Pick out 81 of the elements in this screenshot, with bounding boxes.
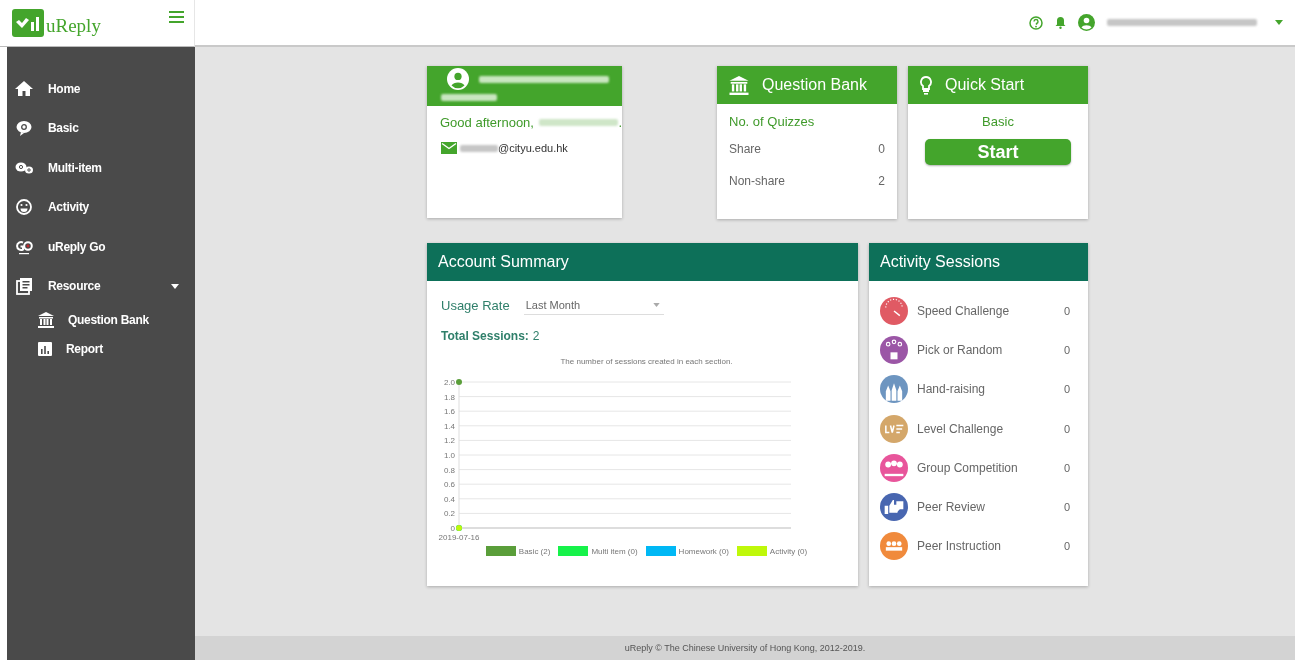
activity-name: Peer Review	[917, 500, 986, 515]
home-icon	[15, 79, 33, 98]
y-tick-label: 0.6	[443, 480, 455, 490]
bank-icon	[729, 75, 749, 95]
documents-icon	[15, 277, 33, 296]
sidebar-item[interactable]: Basic	[7, 108, 195, 148]
y-tick-label: 1.4	[443, 421, 455, 431]
email-text: @cityu.edu.hk	[498, 142, 568, 154]
sidebar-item[interactable]: Resource	[7, 266, 195, 306]
activity-name: Level Challenge	[917, 421, 1004, 436]
y-tick-label: 0	[450, 524, 455, 533]
stat-value: 2	[878, 174, 885, 188]
activity-count: 0	[1063, 343, 1070, 356]
activity-name: Group Competition	[917, 460, 1018, 475]
legend-label: Basic (2)	[518, 546, 551, 556]
activity-name: Peer Instruction	[917, 539, 1002, 554]
legend-label: Homework (0)	[678, 546, 729, 556]
activity-count: 0	[1063, 383, 1070, 396]
mode-label: Basic	[982, 113, 1014, 129]
stat-label: Non-share	[729, 174, 786, 188]
y-tick-label: 1.2	[443, 436, 455, 446]
greeting-text: .	[618, 115, 622, 130]
caret-icon	[652, 302, 660, 307]
period-dropdown[interactable]: Last Month	[523, 295, 664, 315]
sidebar-subitem[interactable]: Report	[7, 334, 195, 363]
blurred-email-name	[460, 144, 498, 152]
footer-text: uReply © The Chinese University of Hong Kong, 2012-2019.	[624, 643, 866, 653]
logo-icon	[12, 9, 44, 37]
y-tick-label: 0.2	[443, 509, 455, 519]
activity-count: 0	[1063, 304, 1070, 317]
card-title: Account Summary	[438, 253, 569, 271]
lightbulb-icon	[920, 75, 932, 95]
help-icon	[1029, 15, 1043, 30]
stat-label: Share	[729, 142, 762, 156]
bell-icon	[1055, 16, 1066, 29]
y-tick-label: 0.8	[443, 465, 455, 475]
card-title: Activity Sessions	[880, 253, 1001, 271]
total-sessions-value: 2	[532, 329, 540, 343]
activity-count: 0	[1063, 540, 1070, 553]
y-tick-label: 1.8	[443, 392, 455, 402]
activity-count: 0	[1063, 501, 1070, 514]
sidebar-item[interactable]: Activity	[7, 187, 195, 227]
legend-label: Multi item (0)	[591, 546, 638, 556]
sidebar-subitem[interactable]: Question Bank	[7, 306, 195, 335]
bank-icon	[38, 312, 54, 329]
greeting-text: Good afternoon,	[440, 115, 534, 130]
chat-bubble-icon	[15, 119, 33, 138]
smiley-icon	[15, 198, 33, 217]
y-tick-label: 1.6	[443, 407, 455, 417]
stat-value: 0	[878, 142, 885, 156]
legend-swatch	[485, 546, 516, 556]
sidebar-item[interactable]: uReply Go	[7, 227, 195, 267]
y-tick-label: 2.0	[443, 378, 455, 387]
activity-count: 0	[1063, 461, 1070, 474]
activity-count: 0	[1063, 422, 1070, 435]
bar-chart-icon	[38, 341, 52, 356]
card-subtitle: No. of Quizzes	[728, 113, 816, 131]
y-tick-label: 1.0	[443, 451, 455, 460]
card-title: Quick Start	[945, 76, 1025, 94]
total-sessions-label: Total Sessions:	[441, 329, 529, 343]
legend-swatch	[645, 546, 676, 556]
caret-icon	[1275, 20, 1283, 25]
activity-name: Speed Challenge	[917, 303, 1010, 318]
x-tick-label: 2019-07-16	[438, 533, 480, 542]
sidebar-item[interactable]: Home	[7, 69, 195, 109]
activity-name: Hand-raising	[917, 382, 986, 397]
activity-name: Pick or Random	[917, 342, 1003, 357]
chart-title: The number of sessions created in each section.	[560, 357, 733, 366]
legend-label: Activity (0)	[769, 546, 808, 556]
app-logo-text: uReply	[46, 15, 101, 37]
menu-button[interactable]	[169, 11, 184, 23]
usage-rate-label: Usage Rate	[441, 297, 510, 313]
envelope-icon	[441, 142, 457, 154]
card-title: Question Bank	[762, 76, 867, 94]
menu-icon	[169, 11, 184, 23]
y-tick-label: 0.4	[443, 494, 455, 504]
user-icon	[1078, 14, 1095, 31]
legend-swatch	[558, 546, 589, 556]
legend-swatch	[736, 546, 767, 556]
blurred-user-name	[441, 94, 497, 101]
sidebar-item[interactable]: Multi-item	[7, 148, 195, 188]
